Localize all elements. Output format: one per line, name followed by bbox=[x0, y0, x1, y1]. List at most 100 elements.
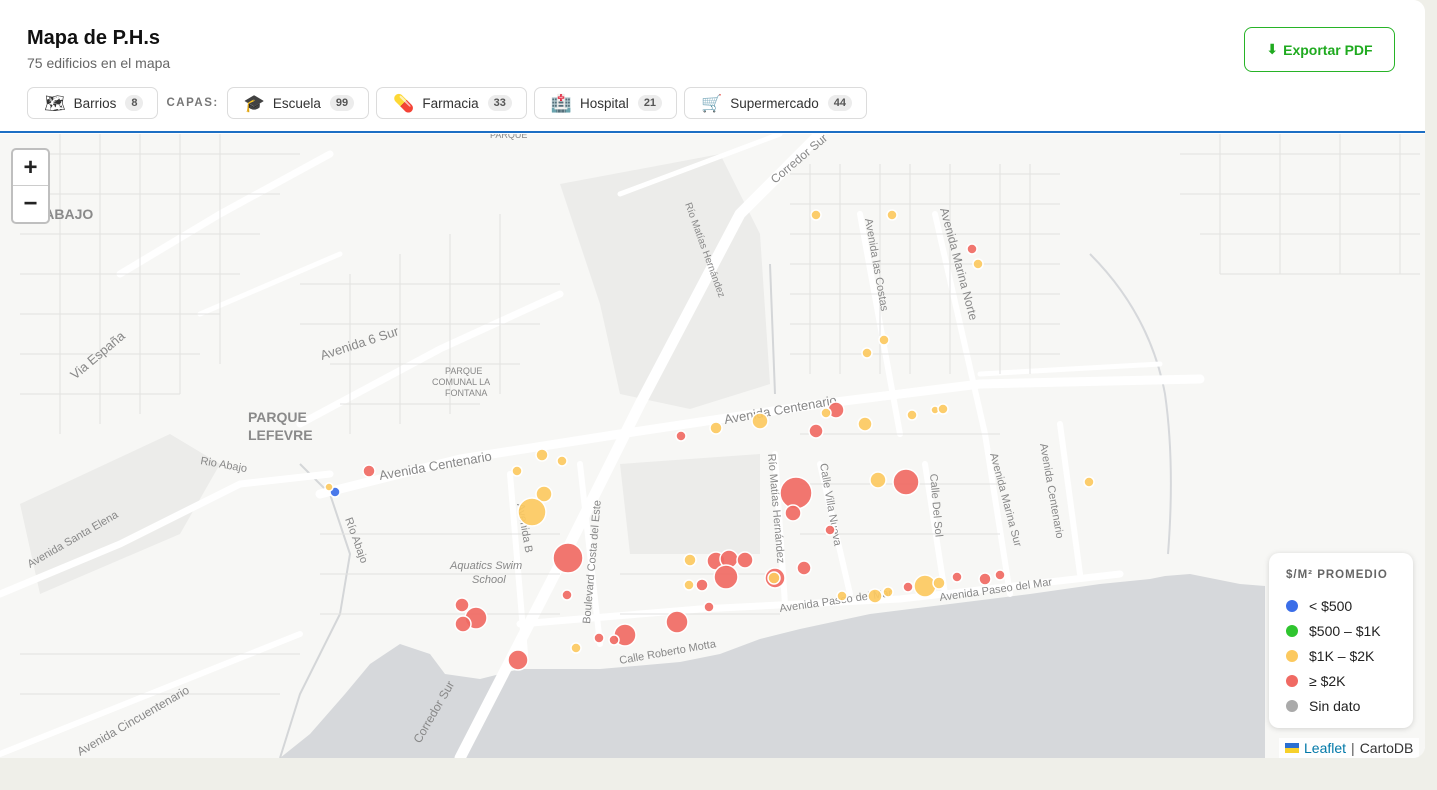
building-marker[interactable] bbox=[751, 412, 769, 430]
building-marker[interactable] bbox=[937, 403, 949, 415]
legend-swatch bbox=[1286, 649, 1298, 662]
building-marker[interactable] bbox=[511, 465, 523, 477]
building-marker[interactable] bbox=[561, 589, 573, 601]
building-marker[interactable] bbox=[552, 542, 584, 574]
hospital-icon: 🏥 bbox=[550, 93, 573, 113]
building-marker[interactable] bbox=[867, 588, 883, 604]
building-marker[interactable] bbox=[556, 455, 568, 467]
building-marker[interactable] bbox=[972, 258, 984, 270]
building-marker[interactable] bbox=[878, 334, 890, 346]
building-marker[interactable] bbox=[675, 430, 687, 442]
leaflet-link[interactable]: Leaflet bbox=[1304, 740, 1346, 756]
building-marker[interactable] bbox=[709, 421, 723, 435]
legend-row: $500 – $1K bbox=[1286, 618, 1413, 643]
building-marker[interactable] bbox=[892, 468, 920, 496]
building-marker[interactable] bbox=[362, 464, 376, 478]
legend-swatch bbox=[1286, 699, 1298, 712]
building-marker[interactable] bbox=[906, 409, 918, 421]
map-label: FONTANA bbox=[445, 388, 487, 398]
legend-label: $1K – $2K bbox=[1309, 647, 1375, 664]
chip-count: 8 bbox=[125, 95, 144, 111]
legend-row: $1K – $2K bbox=[1286, 643, 1413, 668]
chip-count: 99 bbox=[329, 95, 355, 111]
building-marker[interactable] bbox=[517, 497, 547, 527]
ukraine-flag-icon bbox=[1285, 743, 1299, 753]
building-marker[interactable] bbox=[324, 482, 334, 492]
graduation-cap-icon: 🎓 bbox=[243, 93, 265, 113]
building-marker[interactable] bbox=[796, 560, 812, 576]
building-marker[interactable] bbox=[683, 579, 695, 591]
zoom-in-button[interactable]: + bbox=[13, 150, 48, 186]
chip-farmacia[interactable]: 💊 Farmacia 33 bbox=[376, 87, 527, 119]
building-marker[interactable] bbox=[861, 347, 873, 359]
chip-label: Farmacia bbox=[422, 95, 479, 111]
building-marker[interactable] bbox=[507, 649, 529, 671]
map-canvas[interactable]: O ABAJOPARQUELEFEVREVia España Avenida 6 … bbox=[0, 134, 1425, 758]
chip-escuela[interactable]: 🎓 Escuela 99 bbox=[226, 87, 370, 119]
building-marker[interactable] bbox=[932, 576, 946, 590]
map-label: COMUNAL LA bbox=[432, 377, 490, 387]
building-marker[interactable] bbox=[570, 642, 582, 654]
export-pdf-button[interactable]: ⬇ Exportar PDF bbox=[1244, 27, 1395, 72]
building-marker[interactable] bbox=[736, 551, 754, 569]
building-marker[interactable] bbox=[951, 571, 963, 583]
building-marker[interactable] bbox=[779, 476, 813, 510]
building-marker[interactable] bbox=[966, 243, 978, 255]
map-label: Avenida 6 Sur bbox=[318, 323, 401, 363]
zoom-out-button[interactable]: − bbox=[13, 186, 48, 222]
building-marker[interactable] bbox=[857, 416, 873, 432]
building-marker[interactable] bbox=[882, 586, 894, 598]
map-label: PARQUE bbox=[248, 409, 307, 425]
building-marker[interactable] bbox=[713, 564, 739, 590]
page-title: Mapa de P.H.s bbox=[27, 27, 161, 49]
map-card: Mapa de P.H.s 75 edificios en el mapa ⬇ … bbox=[0, 0, 1425, 758]
building-marker[interactable] bbox=[978, 572, 992, 586]
map-area[interactable]: O ABAJO PARQUE LEFEVRE Via España Avenida 6 … bbox=[0, 134, 1425, 758]
legend-label: $500 – $1K bbox=[1309, 622, 1381, 639]
building-marker[interactable] bbox=[869, 471, 887, 489]
shoreline-curve bbox=[1089, 253, 1172, 555]
cartodb-credit: CartoDB bbox=[1359, 740, 1414, 756]
building-marker[interactable] bbox=[703, 601, 715, 613]
download-icon: ⬇ bbox=[1266, 41, 1279, 57]
map-attribution: Leaflet | CartoDB bbox=[1279, 738, 1420, 758]
chip-hospital[interactable]: 🏥 Hospital 21 bbox=[533, 87, 678, 119]
building-marker[interactable] bbox=[886, 209, 898, 221]
map-label: Via España bbox=[67, 328, 128, 383]
building-marker[interactable] bbox=[824, 524, 836, 536]
building-marker[interactable] bbox=[767, 571, 781, 585]
attribution-separator: | bbox=[1351, 740, 1355, 756]
shopping-cart-icon: 🛒 bbox=[701, 93, 723, 113]
building-marker[interactable] bbox=[683, 553, 697, 567]
chip-barrios[interactable]: 🗺 Barrios 8 bbox=[27, 87, 159, 119]
building-marker[interactable] bbox=[810, 209, 822, 221]
legend-swatch bbox=[1286, 624, 1298, 637]
chip-count: 21 bbox=[637, 95, 663, 111]
building-marker[interactable] bbox=[784, 504, 802, 522]
building-marker[interactable] bbox=[1083, 476, 1095, 488]
map-label: Corredor Sur bbox=[768, 134, 830, 186]
building-marker[interactable] bbox=[902, 581, 914, 593]
building-marker[interactable] bbox=[913, 574, 937, 598]
map-label: School bbox=[472, 574, 506, 586]
map-label: PARQUE bbox=[445, 366, 482, 376]
export-pdf-label: Exportar PDF bbox=[1283, 41, 1373, 58]
building-marker[interactable] bbox=[808, 423, 824, 439]
building-marker[interactable] bbox=[454, 597, 470, 613]
chip-count: 33 bbox=[487, 95, 512, 111]
building-marker[interactable] bbox=[820, 407, 832, 419]
chip-supermercado[interactable]: 🛒 Supermercado 44 bbox=[684, 87, 868, 119]
map-label: PARQUE bbox=[490, 134, 527, 140]
park-area bbox=[560, 154, 770, 409]
layers-label: CAPAS: bbox=[166, 97, 219, 109]
building-marker[interactable] bbox=[593, 632, 605, 644]
chip-label: Escuela bbox=[272, 95, 321, 111]
building-marker[interactable] bbox=[695, 578, 709, 592]
building-marker[interactable] bbox=[994, 569, 1006, 581]
building-marker[interactable] bbox=[665, 610, 689, 634]
building-marker[interactable] bbox=[836, 590, 848, 602]
building-marker[interactable] bbox=[608, 634, 620, 646]
building-marker[interactable] bbox=[535, 448, 549, 462]
price-legend: $/M² PROMEDIO < $500 $500 – $1K $1K – $2K ≥… bbox=[1269, 553, 1413, 728]
building-marker[interactable] bbox=[454, 615, 472, 633]
